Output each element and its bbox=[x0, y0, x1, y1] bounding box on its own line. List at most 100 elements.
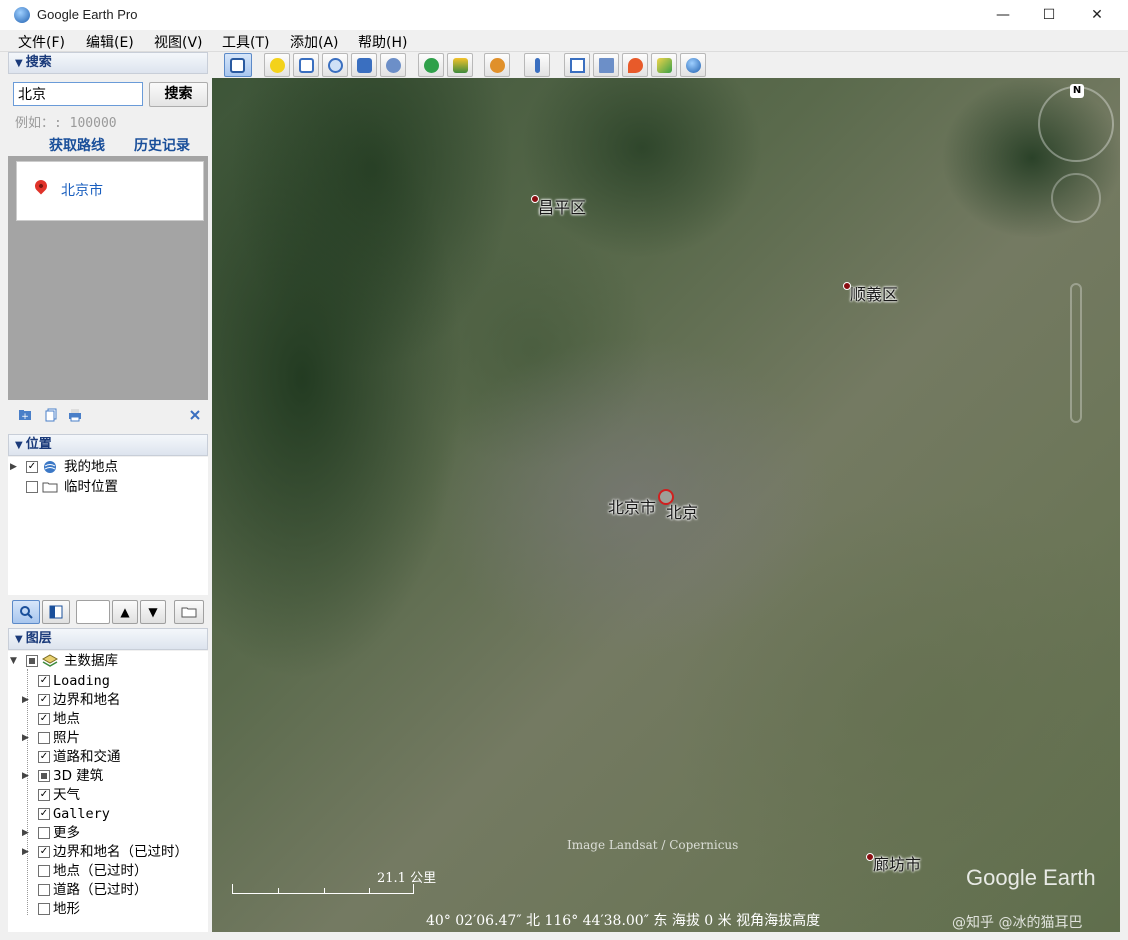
map-view[interactable]: 昌平区 顺義区 北京市 北京 廊坊市 N Image Landsat / Cop… bbox=[212, 78, 1120, 932]
collapse-arrow-icon[interactable]: ▼ bbox=[10, 652, 17, 671]
layer-checkbox[interactable] bbox=[38, 732, 50, 744]
earth-view-button[interactable] bbox=[680, 53, 706, 77]
earth-layer-icon bbox=[44, 461, 56, 473]
folder-menu-button[interactable] bbox=[174, 600, 204, 624]
expand-arrow-icon[interactable]: ▶ bbox=[22, 691, 29, 710]
search-result-name[interactable]: 北京市 bbox=[61, 180, 103, 200]
north-indicator[interactable]: N bbox=[1070, 84, 1084, 98]
search-panel-header[interactable]: ▼ 搜索 bbox=[8, 52, 208, 74]
expand-arrow-icon[interactable]: ▶ bbox=[22, 824, 29, 843]
move-up-button[interactable]: ▲ bbox=[112, 600, 138, 624]
expand-arrow-icon[interactable]: ▶ bbox=[10, 458, 17, 477]
layer-item[interactable]: ✓ 地点 bbox=[8, 710, 208, 729]
ruler-button[interactable] bbox=[524, 53, 550, 77]
expand-arrow-icon[interactable]: ▶ bbox=[22, 843, 29, 862]
search-button[interactable]: 搜索 bbox=[149, 82, 208, 107]
search-toggle-button[interactable] bbox=[12, 600, 40, 624]
blank-field[interactable] bbox=[76, 600, 110, 624]
look-joystick[interactable] bbox=[1051, 173, 1101, 223]
map-pin-icon bbox=[32, 177, 50, 195]
sidebar-toggle-button[interactable] bbox=[42, 600, 70, 624]
view-in-maps-button[interactable] bbox=[651, 53, 677, 77]
layer-item[interactable]: ✓ Gallery bbox=[8, 805, 208, 824]
layer-item[interactable]: ▶ 3D 建筑 bbox=[8, 767, 208, 786]
layer-checkbox[interactable]: ✓ bbox=[38, 808, 50, 820]
search-result-item[interactable]: 北京市 bbox=[16, 161, 204, 221]
close-button[interactable]: ✕ bbox=[1074, 0, 1120, 30]
maximize-button[interactable]: ☐ bbox=[1026, 0, 1072, 30]
layers-panel-header[interactable]: ▼ 图层 bbox=[8, 628, 208, 650]
layer-item[interactable]: ✓ 道路和交通 bbox=[8, 748, 208, 767]
path-icon bbox=[328, 58, 343, 73]
layer-root-label: 主数据库 bbox=[64, 653, 118, 669]
coordinates-status: 40° 02′06.47″ 北 116° 44′38.00″ 东 海拔 0 米 … bbox=[426, 913, 821, 929]
layer-checkbox[interactable]: ✓ bbox=[38, 713, 50, 725]
expand-arrow-icon[interactable]: ▶ bbox=[22, 767, 29, 786]
save-image-button[interactable] bbox=[622, 53, 648, 77]
add-folder-icon[interactable]: + bbox=[18, 408, 32, 422]
collapse-triangle-icon: ▼ bbox=[15, 440, 23, 451]
print-icon[interactable] bbox=[68, 408, 82, 422]
move-down-button[interactable]: ▼ bbox=[140, 600, 166, 624]
layer-primary-database[interactable]: ▼ 主数据库 bbox=[8, 652, 208, 671]
temporary-places-checkbox[interactable] bbox=[26, 481, 38, 493]
menu-tools[interactable]: 工具(T) bbox=[222, 32, 269, 52]
layer-checkbox[interactable]: ✓ bbox=[38, 789, 50, 801]
zoom-slider[interactable] bbox=[1070, 283, 1082, 423]
layer-checkbox[interactable] bbox=[38, 827, 50, 839]
primary-database-checkbox[interactable] bbox=[26, 655, 38, 667]
layer-item[interactable]: ✓ 天气 bbox=[8, 786, 208, 805]
search-results-toolbar: + bbox=[8, 404, 208, 426]
layer-checkbox[interactable] bbox=[38, 865, 50, 877]
layer-item[interactable]: ✓ Loading bbox=[8, 672, 208, 691]
layer-checkbox[interactable]: ✓ bbox=[38, 846, 50, 858]
layer-item[interactable]: 地点（已过时） bbox=[8, 862, 208, 881]
add-image-overlay-button[interactable] bbox=[351, 53, 377, 77]
layer-label: 边界和地名 bbox=[53, 692, 121, 708]
layer-checkbox[interactable]: ✓ bbox=[38, 751, 50, 763]
menu-add[interactable]: 添加(A) bbox=[290, 32, 339, 52]
layer-item[interactable]: ▶ 更多 bbox=[8, 824, 208, 843]
hide-sidebar-button[interactable] bbox=[224, 53, 252, 77]
layer-item[interactable]: 道路（已过时） bbox=[8, 881, 208, 900]
menu-help[interactable]: 帮助(H) bbox=[358, 32, 407, 52]
layer-item[interactable]: ▶ ✓ 边界和地名 bbox=[8, 691, 208, 710]
places-panel-header[interactable]: ▼ 位置 bbox=[8, 434, 208, 456]
menu-view[interactable]: 视图(V) bbox=[154, 32, 203, 52]
search-input[interactable] bbox=[13, 82, 143, 106]
add-path-button[interactable] bbox=[322, 53, 348, 77]
sunlight-button[interactable] bbox=[447, 53, 473, 77]
arrow-up-icon: ▲ bbox=[120, 605, 130, 619]
menu-edit[interactable]: 编辑(E) bbox=[86, 32, 134, 52]
add-polygon-button[interactable] bbox=[293, 53, 319, 77]
expand-arrow-icon[interactable]: ▶ bbox=[22, 729, 29, 748]
imagery-attribution: Image Landsat / Copernicus bbox=[567, 838, 739, 852]
layer-item[interactable]: 地形 bbox=[8, 900, 208, 919]
layer-item[interactable]: ▶ 照片 bbox=[8, 729, 208, 748]
email-button[interactable] bbox=[564, 53, 590, 77]
layer-checkbox[interactable]: ✓ bbox=[38, 675, 50, 687]
add-placemark-button[interactable] bbox=[264, 53, 290, 77]
history-link[interactable]: 历史记录 bbox=[134, 135, 190, 155]
layer-checkbox[interactable] bbox=[38, 884, 50, 896]
switch-planet-button[interactable] bbox=[484, 53, 510, 77]
layer-checkbox[interactable] bbox=[38, 770, 50, 782]
places-item-temporary[interactable]: 临时位置 bbox=[8, 478, 208, 497]
menu-file[interactable]: 文件(F) bbox=[18, 32, 65, 52]
search-results-panel: 北京市 bbox=[8, 156, 208, 400]
my-places-checkbox[interactable]: ✓ bbox=[26, 461, 38, 473]
copy-icon[interactable] bbox=[44, 408, 58, 422]
minimize-button[interactable]: — bbox=[980, 0, 1026, 30]
layer-checkbox[interactable]: ✓ bbox=[38, 694, 50, 706]
places-item-my-places[interactable]: ▶ ✓ 我的地点 bbox=[8, 458, 208, 477]
layer-checkbox[interactable] bbox=[38, 903, 50, 915]
layer-label: 天气 bbox=[53, 787, 80, 803]
places-toolbar: ▲ ▼ bbox=[8, 597, 210, 627]
layer-item[interactable]: ▶ ✓ 边界和地名（已过时） bbox=[8, 843, 208, 862]
record-tour-button[interactable] bbox=[380, 53, 406, 77]
get-directions-link[interactable]: 获取路线 bbox=[49, 135, 105, 155]
search-hint: 例如：: 100000 bbox=[15, 116, 117, 131]
print-button[interactable] bbox=[593, 53, 619, 77]
historical-imagery-button[interactable] bbox=[418, 53, 444, 77]
close-results-icon[interactable] bbox=[188, 408, 202, 422]
